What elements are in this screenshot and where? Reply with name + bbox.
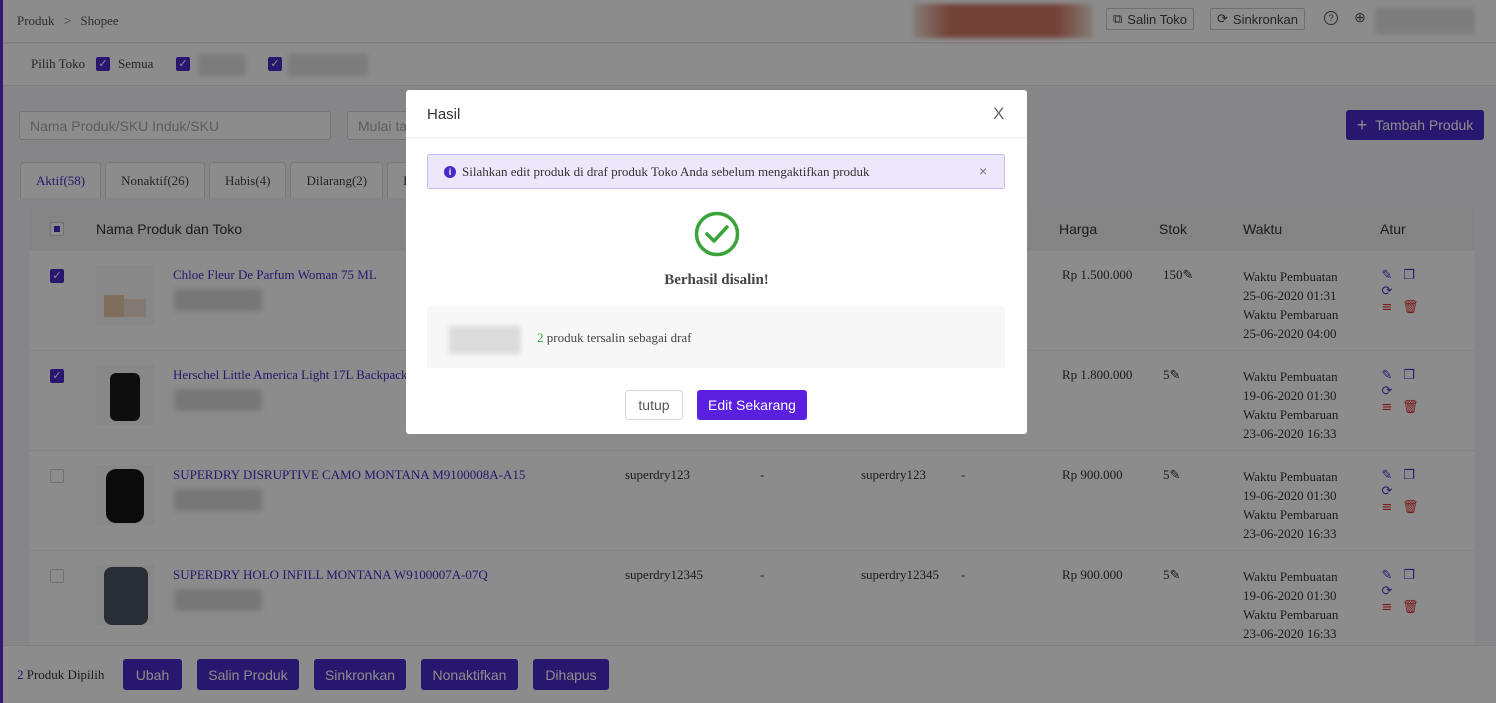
info-alert: i Silahkan edit produk di draf produk To… [427,154,1005,189]
result-summary: 2 produk tersalin sebagai draf [427,306,1005,368]
success-message: Berhasil disalin! [664,272,769,288]
result-dialog: Hasil X i Silahkan edit produk di draf p… [406,90,1027,434]
info-icon: i [444,166,456,178]
redacted-store-name [449,326,521,354]
success-check-icon [694,211,740,257]
dialog-header: Hasil X [406,90,1027,138]
alert-close-icon[interactable]: × [979,163,987,179]
result-count: 2 [537,330,544,345]
alert-text: Silahkan edit produk di draf produk Toko… [462,164,870,179]
result-label: produk tersalin sebagai draf [546,330,692,345]
result-text: 2 produk tersalin sebagai draf [537,330,692,346]
close-button[interactable]: tutup [625,390,683,420]
dialog-title: Hasil [427,106,461,123]
edit-now-button[interactable]: Edit Sekarang [697,390,807,420]
close-icon[interactable]: X [993,104,1004,124]
